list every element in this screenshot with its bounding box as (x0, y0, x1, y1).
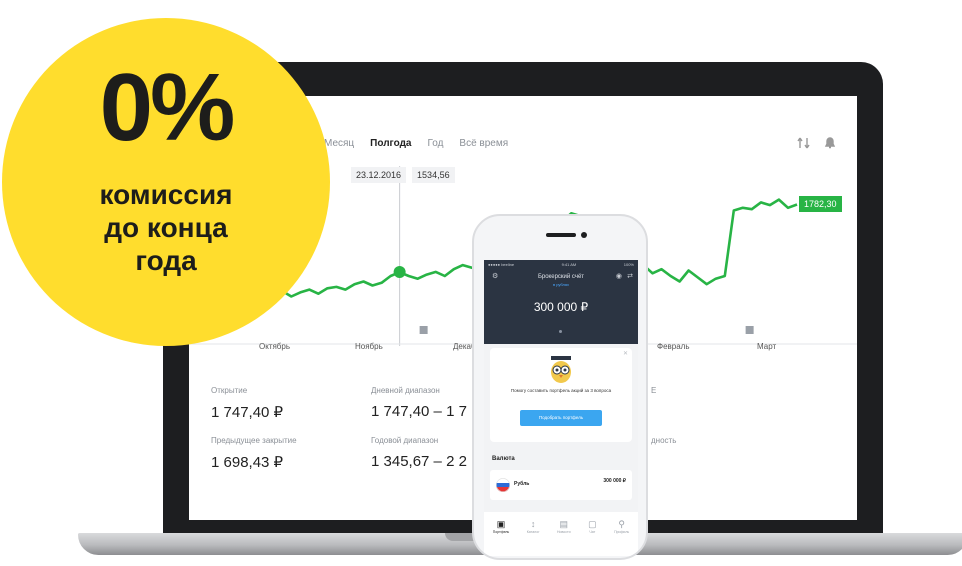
tooltip-date: 23.12.2016 (351, 167, 407, 183)
currency-row[interactable]: Рубль 300 000 ₽ (490, 470, 632, 500)
event-marker-icon[interactable] (419, 326, 428, 334)
tooltip-value: 1534,56 (412, 167, 455, 183)
account-title[interactable]: Брокерский счёт (484, 274, 638, 280)
stat-value: 1 747,40 – 1 7 (371, 403, 467, 420)
app-header: ●●●●● beeline 9:41 AM 100% ⚙ ◉ ⇄ Брокерс… (484, 260, 638, 344)
quiz-card: ✕ Помогу составить портфель акций за 3 в… (490, 348, 632, 442)
x-tick-label: Ноябрь (355, 342, 383, 351)
stat-open: Открытие 1 747,40 ₽ (211, 386, 283, 421)
stat-label: Предыдущее закрытие (211, 436, 297, 445)
chat-icon: ▢ (588, 519, 597, 529)
promo-percent: 0% (99, 54, 236, 161)
phone-screen: ●●●●● beeline 9:41 AM 100% ⚙ ◉ ⇄ Брокерс… (484, 260, 638, 556)
event-marker-icon[interactable] (745, 326, 754, 334)
tab-label: Портфель (492, 530, 510, 534)
period-tabs: Месяц Полгода Год Всё время (324, 138, 508, 149)
phone-camera (581, 232, 587, 238)
close-icon[interactable]: ✕ (623, 350, 628, 357)
stat-prev-close: Предыдущее закрытие 1 698,43 ₽ (211, 436, 297, 471)
promo-text: комиссия до конца года (2, 178, 330, 277)
chart-tooltip: 23.12.2016 1534,56 (351, 167, 455, 183)
chart-tools (797, 136, 837, 150)
alert-bell-icon[interactable] (823, 136, 837, 150)
profile-icon: ⚲ (618, 519, 625, 529)
promo-line: года (135, 245, 197, 276)
tab-label: Каталог (526, 530, 540, 534)
news-icon: ▤ (559, 519, 569, 529)
currency-amount: 300 000 ₽ (603, 478, 626, 484)
highlight-point[interactable] (393, 266, 406, 279)
tab-profile[interactable]: ⚲ Профиль (614, 518, 629, 556)
compare-icon[interactable] (797, 136, 811, 150)
tab-chat[interactable]: ▢ Чат (588, 518, 597, 556)
stat-partial-1: Е (651, 386, 656, 395)
promo-line: до конца (104, 212, 228, 243)
chart-icon: ↕ (530, 519, 536, 529)
current-price-badge: 1782,30 (799, 196, 842, 212)
tab-catalog[interactable]: ↕ Каталог (527, 518, 540, 556)
quiz-text: Помогу составить портфель акций за 3 воп… (510, 388, 612, 393)
stat-label: Е (651, 386, 657, 395)
stat-label: Годовой диапазон (371, 436, 439, 445)
status-battery: 100% (623, 262, 634, 267)
russia-flag-icon (496, 478, 510, 492)
stat-label: Открытие (211, 386, 248, 395)
stat-label: Дневной диапазон (371, 386, 440, 395)
x-tick-label: Февраль (657, 342, 690, 351)
promo-line: комиссия (99, 179, 233, 210)
tab-half-year[interactable]: Полгода (370, 138, 411, 149)
stat-year-range: Годовой диапазон 1 345,67 – 2 2 (371, 436, 467, 470)
page-dot (559, 330, 562, 333)
stat-value: 1 698,43 ₽ (211, 454, 284, 471)
stat-value: 1 345,67 – 2 2 (371, 453, 467, 470)
stat-label: дность (651, 436, 677, 445)
account-subtitle: в рублях (552, 282, 570, 287)
pick-portfolio-button[interactable]: Подобрать портфель (520, 410, 602, 426)
account-balance: 300 000 ₽ (533, 300, 589, 314)
tab-label: Профиль (614, 530, 630, 534)
phone-frame: ●●●●● beeline 9:41 AM 100% ⚙ ◉ ⇄ Брокерс… (472, 214, 648, 560)
phone-speaker (546, 233, 576, 237)
bottom-tab-bar: ▣ Портфель ↕ Каталог ▤ Новости ▢ Чат ⚲ П… (484, 512, 638, 556)
stat-day-range: Дневной диапазон 1 747,40 – 1 7 (371, 386, 467, 420)
tab-year[interactable]: Год (427, 138, 443, 149)
stat-partial-2: дность (651, 436, 676, 445)
promo-badge: 0% комиссия до конца года (2, 18, 330, 346)
section-title: Валюта (492, 456, 515, 462)
currency-name: Рубль (514, 481, 530, 487)
stat-value: 1 747,40 ₽ (211, 404, 284, 421)
tab-portfolio[interactable]: ▣ Портфель (493, 518, 510, 556)
tab-all-time[interactable]: Всё время (459, 138, 508, 149)
tab-label: Новости (557, 530, 571, 534)
x-tick-label: Октябрь (259, 342, 291, 351)
status-time: 9:41 AM (561, 262, 577, 267)
x-tick-label: Март (757, 342, 777, 351)
tab-label: Чат (589, 530, 596, 534)
status-bar: ●●●●● beeline 9:41 AM 100% (488, 262, 634, 267)
briefcase-icon: ▣ (496, 519, 506, 529)
status-carrier: ●●●●● beeline (488, 262, 515, 267)
owl-icon (551, 356, 571, 383)
tab-news[interactable]: ▤ Новости (557, 518, 571, 556)
